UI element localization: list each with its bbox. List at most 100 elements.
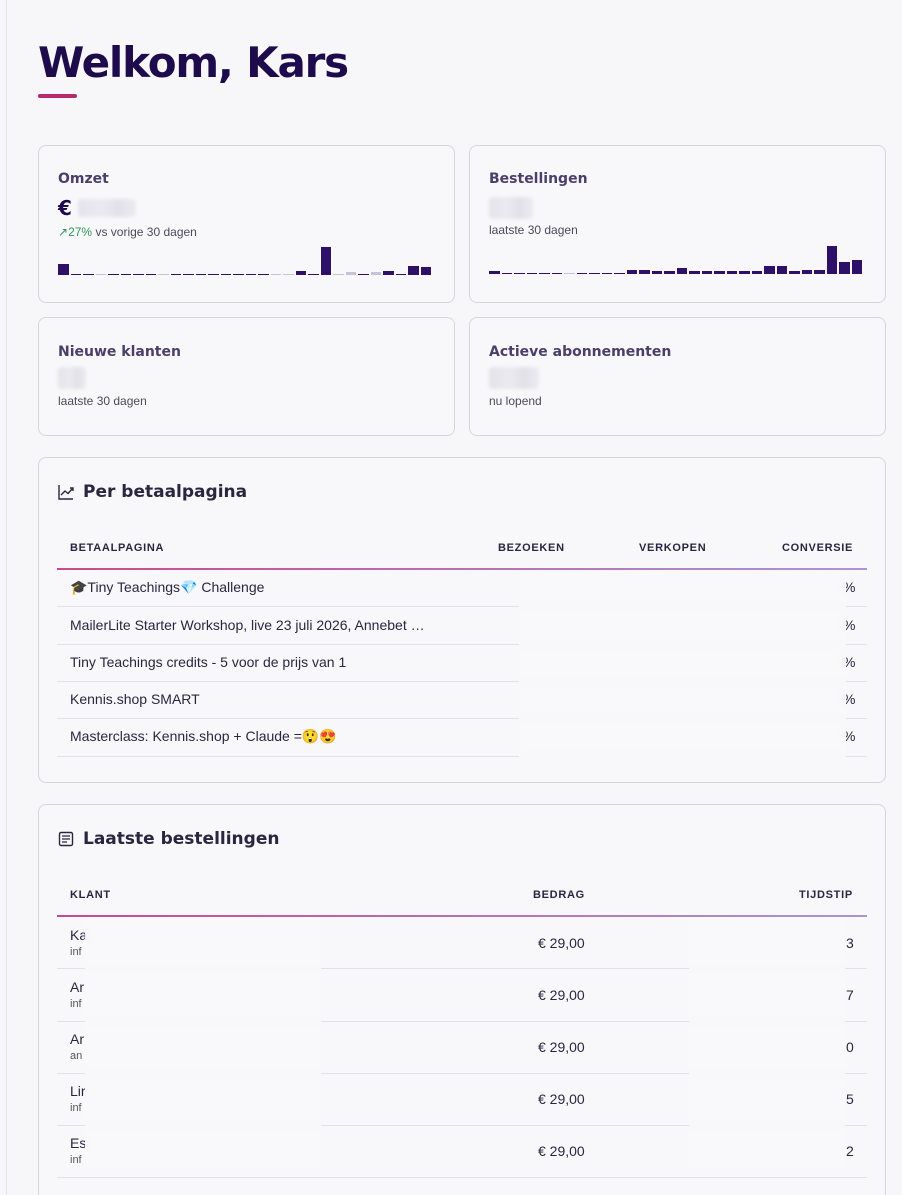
sparkline-bar	[826, 246, 837, 274]
redacted-metrics-overlay	[519, 572, 846, 758]
sparkline-bar	[814, 270, 825, 274]
sparkline-bar	[108, 273, 119, 275]
omzet-trend: ↗27% vs vorige 30 dagen	[58, 225, 197, 239]
sparkline-bar	[183, 273, 194, 275]
order-amount: € 29,00	[538, 1039, 585, 1055]
column-header-verkopen[interactable]: VERKOPEN	[639, 542, 706, 554]
klant-email: inf	[70, 998, 82, 1010]
sparkline-bar	[514, 272, 525, 274]
sparkline-bar	[170, 273, 181, 275]
sparkline-bar	[676, 268, 687, 274]
column-header-klant[interactable]: KLANT	[70, 889, 111, 901]
sparkline-bar	[395, 273, 406, 275]
sparkline-bar	[358, 273, 369, 275]
betaalpagina-name[interactable]: Masterclass: Kennis.shop + Claude =😲😍	[70, 728, 337, 745]
sparkline-bar	[83, 273, 94, 275]
klant-email: inf	[70, 1154, 82, 1166]
klant-name[interactable]: Ar	[70, 1031, 84, 1047]
sparkline-bar	[258, 273, 269, 275]
betaalpagina-name[interactable]: Kennis.shop SMART	[70, 691, 200, 707]
klant-name[interactable]: Ar	[70, 979, 84, 995]
bestellingen-card[interactable]: Bestellingen laatste 30 dagen	[469, 145, 886, 303]
sparkline-bar	[408, 266, 419, 275]
klant-email: an	[70, 1050, 83, 1062]
sparkline-bar	[120, 273, 131, 275]
nieuwe-klanten-value	[58, 366, 86, 390]
klant-email: inf	[70, 946, 82, 958]
actieve-abonnementen-sub: nu lopend	[489, 394, 542, 408]
betaalpagina-name[interactable]: Tiny Teachings credits - 5 voor de prijs…	[70, 654, 346, 670]
sparkline-bar	[420, 266, 431, 275]
bestellingen-value	[489, 196, 533, 220]
sparkline-bar	[133, 273, 144, 275]
title-underline	[38, 94, 77, 98]
sparkline-bar	[58, 264, 69, 275]
sparkline-bar	[764, 265, 775, 274]
column-header-betaalpagina[interactable]: BETAALPAGINA	[70, 542, 164, 554]
sparkline-bar	[70, 273, 81, 275]
column-header-tijdstip[interactable]: TIJDSTIP	[799, 889, 853, 901]
omzet-value: €	[58, 196, 136, 220]
omzet-card[interactable]: Omzet € ↗27% vs vorige 30 dagen	[38, 145, 455, 303]
sparkline-bar	[801, 270, 812, 274]
trend-chart-icon	[58, 485, 74, 500]
actieve-abonnementen-count-redacted	[489, 367, 539, 389]
sparkline-bar	[739, 271, 750, 274]
receipt-icon	[58, 831, 74, 847]
sparkline-bar	[295, 270, 306, 275]
sparkline-bar	[308, 273, 319, 275]
actieve-abonnementen-card[interactable]: Actieve abonnementen nu lopend	[469, 317, 886, 436]
omzet-trend-text: vs vorige 30 dagen	[95, 225, 197, 239]
per-betaalpagina-title: Per betaalpagina	[83, 482, 248, 502]
actieve-abonnementen-label: Actieve abonnementen	[489, 344, 672, 360]
page-title: Welkom, Kars	[38, 38, 349, 87]
sparkline-bar	[208, 273, 219, 275]
sparkline-bar	[714, 271, 725, 274]
sparkline-bar	[233, 273, 244, 275]
klant-name[interactable]: Lir	[70, 1083, 86, 1099]
sparkline-bar	[370, 272, 381, 275]
sparkline-bar	[345, 272, 356, 275]
sparkline-bar	[576, 272, 587, 274]
sparkline-bar	[489, 271, 500, 274]
sparkline-bar	[526, 272, 537, 274]
sparkline-bar	[614, 272, 625, 274]
sparkline-bar	[689, 271, 700, 274]
sparkline-bar	[95, 273, 106, 275]
currency-symbol: €	[58, 196, 72, 220]
sparkline-bar	[789, 270, 800, 274]
laatste-bestellingen-heading: Laatste bestellingen	[57, 829, 279, 849]
column-header-bezoeken[interactable]: BEZOEKEN	[498, 542, 565, 554]
actieve-abonnementen-value	[489, 366, 539, 390]
nieuwe-klanten-card[interactable]: Nieuwe klanten laatste 30 dagen	[38, 317, 455, 436]
sparkline-bar	[626, 269, 637, 274]
omzet-amount-redacted	[77, 199, 136, 217]
sparkline-bar	[651, 270, 662, 274]
per-betaalpagina-panel: Per betaalpagina BETAALPAGINA BEZOEKEN V…	[38, 457, 886, 783]
laatste-bestellingen-panel: Laatste bestellingen KLANT BEDRAG TIJDST…	[38, 804, 886, 1195]
betaalpagina-name[interactable]: MailerLite Starter Workshop, live 23 jul…	[70, 617, 425, 633]
sparkline-bar	[551, 272, 562, 274]
sparkline-bar	[589, 272, 600, 274]
sparkline-bar	[701, 271, 712, 274]
nieuwe-klanten-sub: laatste 30 dagen	[58, 394, 147, 408]
sparkline-bar	[383, 270, 394, 275]
sparkline-bar	[726, 271, 737, 274]
omzet-sparkline	[58, 245, 431, 275]
order-time: 3	[846, 935, 854, 951]
bestellingen-label: Bestellingen	[489, 171, 588, 187]
sparkline-bar	[195, 273, 206, 275]
omzet-trend-pct: 27%	[68, 225, 93, 239]
sparkline-bar	[158, 273, 169, 275]
column-header-bedrag[interactable]: BEDRAG	[533, 889, 585, 901]
sparkline-bar	[145, 273, 156, 275]
klant-name[interactable]: Es	[70, 1135, 86, 1151]
sparkline-bar	[639, 269, 650, 274]
column-header-conversie[interactable]: CONVERSIE	[782, 542, 853, 554]
sparkline-bar	[601, 272, 612, 274]
betaalpagina-name[interactable]: 🎓Tiny Teachings💎 Challenge	[70, 579, 264, 596]
order-time: 5	[846, 1091, 854, 1107]
bestellingen-sub: laatste 30 dagen	[489, 223, 578, 237]
trend-up-icon: ↗	[58, 225, 69, 239]
sparkline-bar	[245, 273, 256, 275]
